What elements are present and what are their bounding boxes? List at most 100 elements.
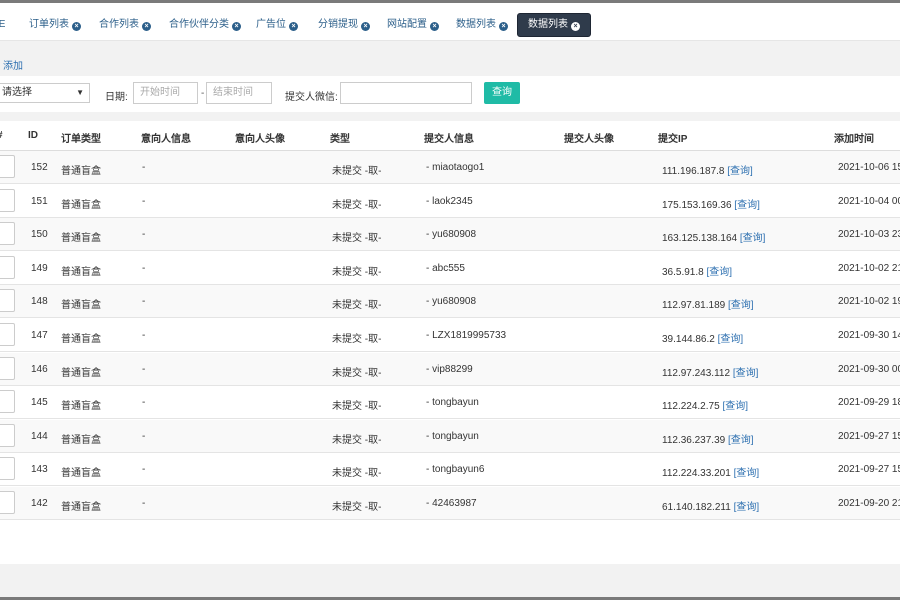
ip-query-link[interactable]: [查询] bbox=[734, 200, 760, 211]
cell-submitter: - laok2345 bbox=[426, 195, 473, 207]
tab-5[interactable]: 分销提现 × bbox=[318, 18, 370, 32]
column-header[interactable]: 意向人信息 bbox=[141, 130, 191, 145]
table-row[interactable]: 150 普通盲盒 - 未提交 -取- - yu680908 163.125.138.164… bbox=[0, 218, 900, 252]
wechat-label: 提交人微信: bbox=[285, 92, 338, 103]
cell-id: 152 bbox=[31, 162, 48, 173]
cell-id: 150 bbox=[31, 229, 48, 241]
tab-7[interactable]: 数据列表 × bbox=[456, 18, 508, 32]
table-row[interactable]: 143 普通盲盒 - 未提交 -取- - tongbayun6 112.224.33.20… bbox=[0, 453, 900, 487]
row-checkbox[interactable] bbox=[0, 356, 15, 380]
cell-type: 未提交 -取- bbox=[332, 502, 382, 513]
close-icon[interactable]: × bbox=[232, 22, 241, 31]
row-checkbox[interactable] bbox=[0, 155, 15, 178]
row-checkbox[interactable] bbox=[0, 423, 15, 447]
close-icon[interactable]: × bbox=[361, 22, 370, 31]
close-icon[interactable]: × bbox=[499, 22, 508, 31]
table-row[interactable]: 148 普通盲盒 - 未提交 -取- - yu680908 112.97.81.189 [… bbox=[0, 285, 900, 319]
ip-query-link[interactable]: [查询] bbox=[718, 334, 744, 345]
cell-type: 未提交 -取- bbox=[332, 266, 382, 278]
close-icon[interactable]: × bbox=[142, 22, 151, 31]
table-row[interactable]: 152 普通盲盒 - 未提交 -取- - miaotaogo1 111.196.187.8… bbox=[0, 151, 900, 184]
table-row[interactable]: 142 普通盲盒 - 未提交 -取- - 42463987 61.140.182.211 … bbox=[0, 487, 900, 520]
table-row[interactable]: 147 普通盲盒 - 未提交 -取- - LZX1819995733 39.144.86.… bbox=[0, 319, 900, 352]
cell-time: 2021-09-30 00 bbox=[838, 363, 900, 375]
tab-0[interactable]: IE bbox=[0, 18, 5, 32]
row-checkbox[interactable] bbox=[0, 491, 15, 514]
close-icon[interactable]: × bbox=[289, 22, 298, 31]
tab-3[interactable]: 合作伙伴分类 × bbox=[169, 18, 241, 32]
row-checkbox[interactable] bbox=[0, 255, 15, 279]
row-checkbox[interactable] bbox=[0, 323, 15, 346]
column-header[interactable]: 提交IP bbox=[658, 130, 687, 145]
cell-type: 未提交 -取- bbox=[332, 199, 382, 211]
tab-label: 合作列表 bbox=[99, 19, 139, 30]
tab-1[interactable]: 订单列表 × bbox=[29, 18, 81, 32]
tab-label: 广告位 bbox=[256, 19, 286, 30]
cell-order-type: 普通盲盒 bbox=[61, 300, 101, 312]
tab-6[interactable]: 网站配置 × bbox=[387, 18, 439, 32]
cell-intent-info: - bbox=[142, 229, 146, 241]
close-icon[interactable]: × bbox=[430, 22, 439, 31]
cell-type: 未提交 -取- bbox=[332, 401, 382, 413]
cell-time: 2021-10-04 00 bbox=[838, 195, 900, 207]
category-select[interactable]: 请选择 ▼ bbox=[0, 83, 90, 103]
cell-ip: 112.224.33.201 [查询] bbox=[662, 464, 759, 479]
cell-ip: 112.36.237.39 [查询] bbox=[662, 431, 754, 446]
cell-submitter: - yu680908 bbox=[426, 229, 477, 241]
table-row[interactable]: 151 普通盲盒 - 未提交 -取- - laok2345 175.153.169.36 … bbox=[0, 185, 900, 218]
ip-query-link[interactable]: [查询] bbox=[722, 401, 748, 412]
table-row[interactable]: 146 普通盲盒 - 未提交 -取- - vip88299 112.97.243.112 … bbox=[0, 352, 900, 386]
column-header[interactable]: 提交人信息 bbox=[424, 130, 474, 145]
tab-2[interactable]: 合作列表 × bbox=[99, 18, 151, 32]
cell-order-type: 普通盲盒 bbox=[61, 166, 101, 177]
start-date-input[interactable]: 开始时间 bbox=[133, 82, 198, 104]
column-header[interactable]: 意向人头像 bbox=[235, 130, 285, 145]
table-row[interactable]: 144 普通盲盒 - 未提交 -取- - tongbayun 112.36.237.39 … bbox=[0, 419, 900, 453]
cell-intent-info: - bbox=[142, 262, 146, 274]
tab-label: 数据列表 bbox=[528, 19, 568, 30]
column-header[interactable]: ID bbox=[28, 130, 38, 141]
filter-bar: 请选择 ▼ 日期: 开始时间 - 结束时间 提交人微信: 查询 bbox=[0, 76, 900, 112]
table-row[interactable]: 149 普通盲盒 - 未提交 -取- - abc555 36.5.91.8 [查询] 202… bbox=[0, 252, 900, 285]
add-link[interactable]: 添加 bbox=[3, 57, 23, 72]
cell-order-type: 普通盲盒 bbox=[61, 367, 101, 379]
ip-query-link[interactable]: [查询] bbox=[740, 233, 766, 244]
cell-intent-info: - bbox=[142, 397, 146, 409]
row-checkbox[interactable] bbox=[0, 289, 15, 313]
ip-query-link[interactable]: [查询] bbox=[734, 502, 760, 513]
close-icon[interactable]: × bbox=[571, 22, 580, 31]
ip-query-link[interactable]: [查询] bbox=[728, 300, 754, 311]
close-icon[interactable]: × bbox=[72, 22, 81, 31]
cell-time: 2021-09-30 14 bbox=[838, 330, 900, 341]
row-checkbox[interactable] bbox=[0, 188, 15, 212]
column-header[interactable]: 提交人头像 bbox=[564, 130, 614, 145]
tab-8[interactable]: 数据列表 × bbox=[517, 13, 591, 37]
column-header[interactable]: 订单类型 bbox=[61, 130, 101, 145]
cell-submitter: - yu680908 bbox=[426, 296, 477, 308]
ip-query-link[interactable]: [查询] bbox=[734, 468, 760, 479]
row-checkbox[interactable] bbox=[0, 390, 15, 414]
ip-query-link[interactable]: [查询] bbox=[727, 166, 753, 177]
ip-text: 112.97.81.189 bbox=[662, 300, 726, 312]
row-checkbox[interactable] bbox=[0, 457, 15, 481]
cell-time: 2021-10-03 23 bbox=[838, 229, 900, 241]
cell-intent-info: - bbox=[142, 162, 146, 173]
cell-intent-info: - bbox=[142, 498, 146, 509]
end-date-input[interactable]: 结束时间 bbox=[206, 82, 272, 104]
cell-order-type: 普通盲盒 bbox=[61, 468, 101, 480]
data-table: # ID 订单类型 意向人信息 意向人头像 类型 提交人信息 提交人头像 提交IP 添加时间 15… bbox=[0, 121, 900, 564]
chevron-down-icon: ▼ bbox=[76, 88, 84, 97]
row-checkbox[interactable] bbox=[0, 222, 15, 246]
ip-query-link[interactable]: [查询] bbox=[728, 435, 754, 446]
ip-query-link[interactable]: [查询] bbox=[733, 368, 759, 379]
cell-time: 2021-09-27 15 bbox=[838, 464, 900, 476]
column-header[interactable]: 类型 bbox=[330, 130, 350, 145]
wechat-input[interactable] bbox=[340, 82, 472, 104]
tab-4[interactable]: 广告位 × bbox=[256, 18, 298, 32]
ip-query-link[interactable]: [查询] bbox=[707, 267, 733, 278]
column-header[interactable]: 添加时间 bbox=[834, 130, 874, 145]
cell-order-type: 普通盲盒 bbox=[61, 266, 101, 278]
query-button[interactable]: 查询 bbox=[484, 82, 520, 104]
column-header-select: # bbox=[0, 130, 3, 141]
table-row[interactable]: 145 普通盲盒 - 未提交 -取- - tongbayun 112.224.2.75 [… bbox=[0, 386, 900, 420]
